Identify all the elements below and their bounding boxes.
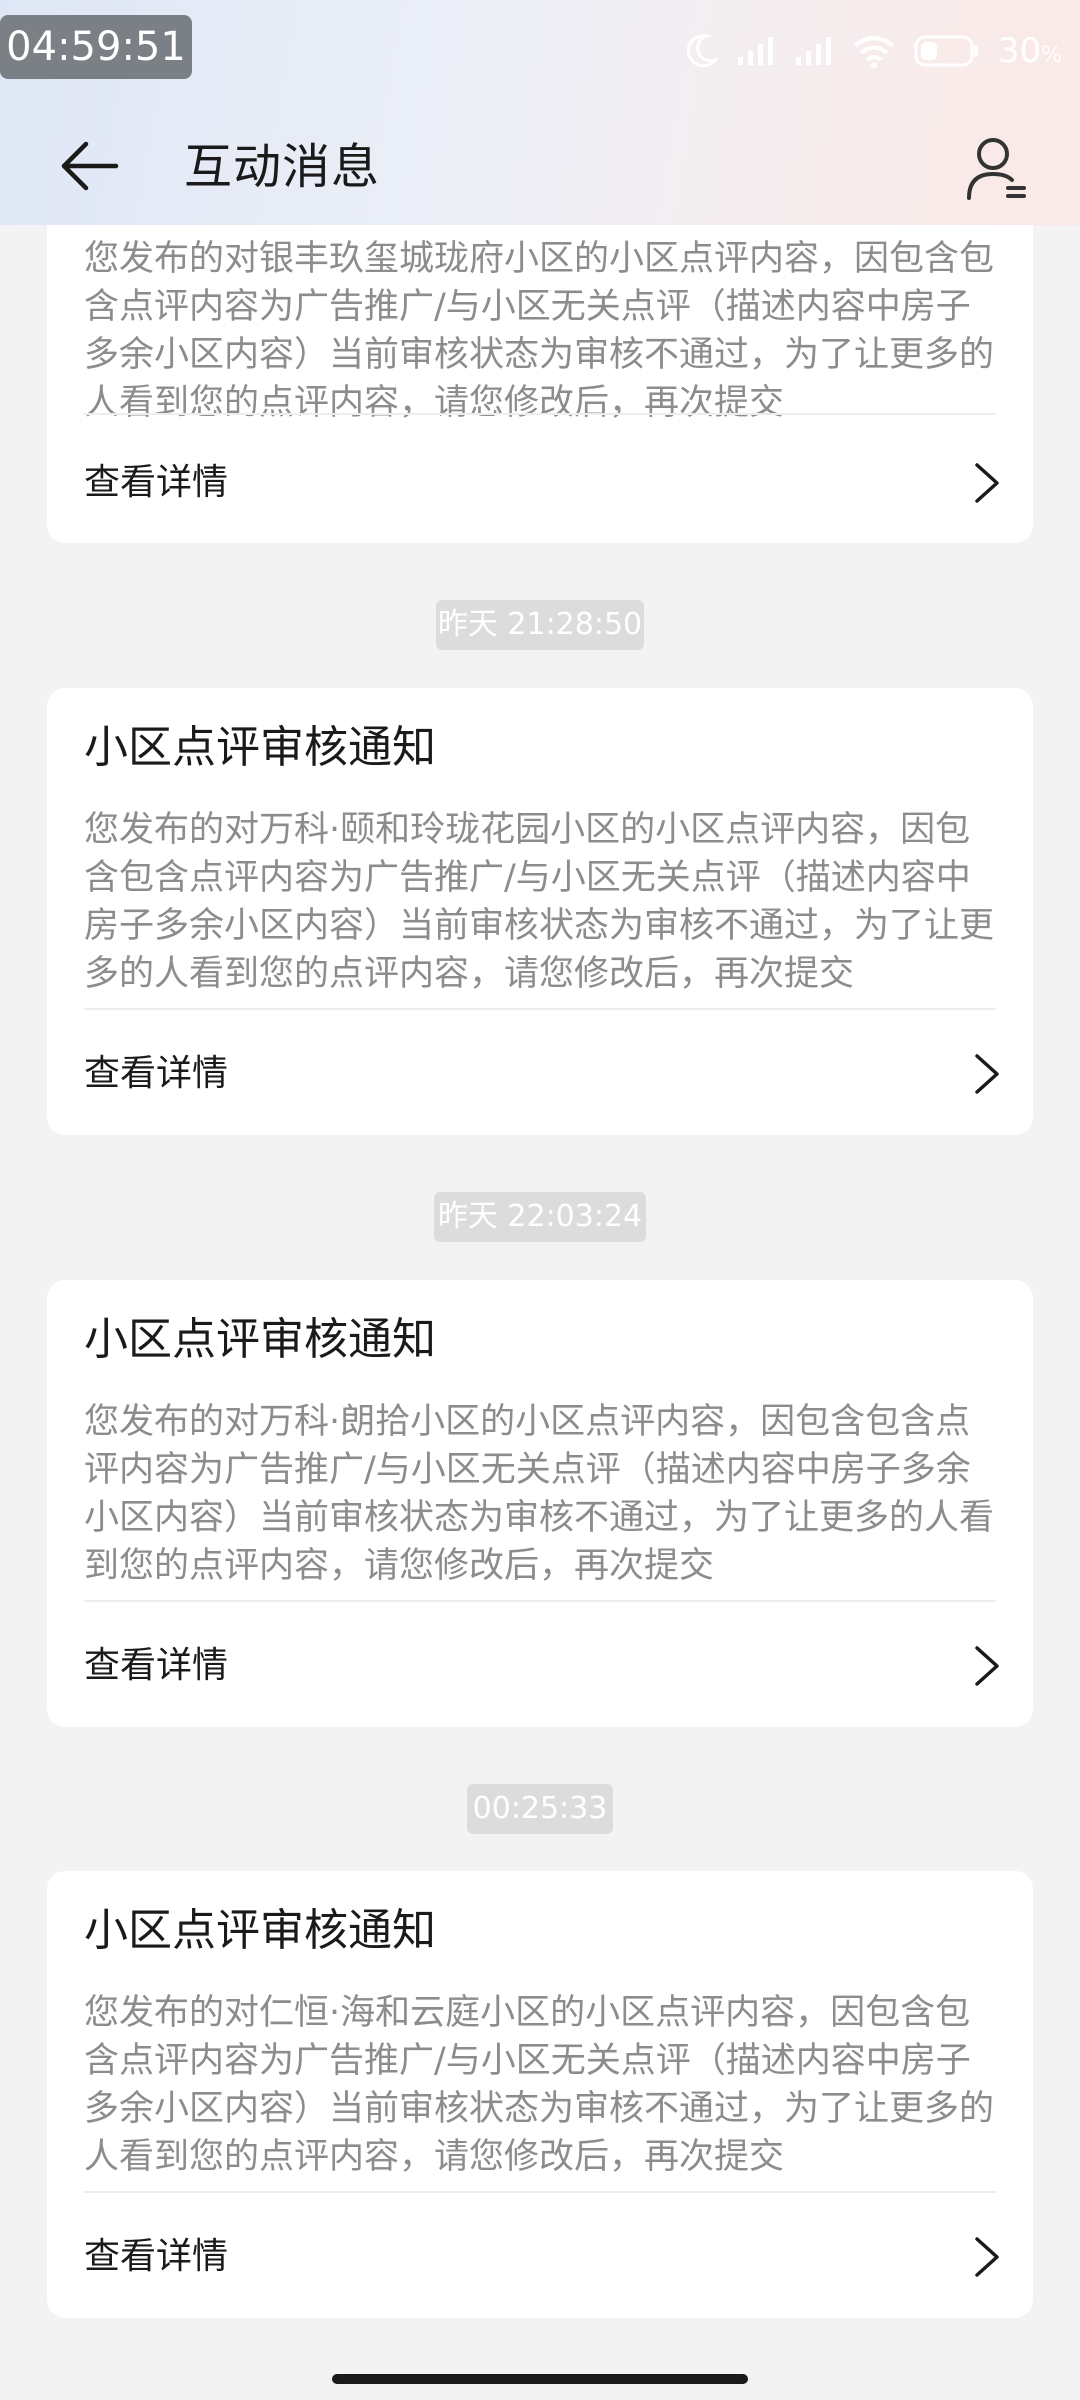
- page-title: 互动消息: [184, 139, 381, 195]
- message-card: 小区点评审核通知 您发布的对万科·颐和玲珑花园小区的小区点评内容，因包含包含点评…: [47, 688, 1033, 1135]
- signal-icon-2: [795, 37, 831, 65]
- divider: [84, 1008, 996, 1010]
- message-card: 小区点评审核通知 您发布的对万科·朗拾小区的小区点评内容，因包含包含点评内容为广…: [47, 1280, 1033, 1727]
- message-card: 小区点评审核通知 您发布的对仁恒·海和云庭小区的小区点评内容，因包含包含点评内容…: [47, 1871, 1033, 2318]
- back-button[interactable]: [58, 138, 122, 194]
- view-details-label: 查看详情: [84, 2236, 229, 2277]
- battery-level: 30%: [997, 31, 1062, 71]
- message-list[interactable]: 您发布的对银丰玖玺城珑府小区的小区点评内容，因包含包含点评内容为广告推广/与小区…: [0, 225, 1080, 2360]
- message-body: 您发布的对万科·颐和玲珑花园小区的小区点评内容，因包含包含点评内容为广告推广/与…: [84, 810, 995, 994]
- message-title: 小区点评审核通知: [84, 1314, 436, 1365]
- status-time: 04:59:51: [0, 15, 192, 79]
- chevron-right-icon: [975, 1054, 999, 1094]
- moon-icon: [686, 34, 718, 68]
- message-time: 昨天 22:03:24: [434, 1192, 646, 1242]
- chevron-right-icon: [975, 1646, 999, 1686]
- message-time: 00:25:33: [467, 1784, 613, 1834]
- view-details-label: 查看详情: [84, 1053, 229, 1094]
- wifi-icon: [853, 36, 895, 68]
- user-profile-icon: [967, 138, 1026, 200]
- chevron-right-icon: [975, 2237, 999, 2277]
- view-details-label: 查看详情: [84, 1645, 229, 1686]
- message-title: 小区点评审核通知: [84, 722, 436, 773]
- status-icons: 30%: [686, 26, 1062, 76]
- home-indicator[interactable]: [332, 2374, 748, 2384]
- view-details-label: 查看详情: [84, 462, 229, 503]
- message-body: 您发布的对万科·朗拾小区的小区点评内容，因包含包含点评内容为广告推广/与小区无关…: [84, 1402, 995, 1586]
- message-card: 您发布的对银丰玖玺城珑府小区的小区点评内容，因包含包含点评内容为广告推广/与小区…: [47, 225, 1033, 543]
- divider: [84, 413, 996, 415]
- chevron-right-icon: [975, 463, 999, 503]
- message-title: 小区点评审核通知: [84, 1905, 436, 1956]
- divider: [84, 1600, 996, 1602]
- signal-icon: [737, 37, 773, 65]
- message-time: 昨天 21:28:50: [436, 600, 644, 650]
- profile-button[interactable]: [966, 136, 1028, 202]
- message-body: 您发布的对银丰玖玺城珑府小区的小区点评内容，因包含包含点评内容为广告推广/与小区…: [84, 239, 995, 423]
- battery-icon: [914, 35, 978, 67]
- back-arrow-icon: [61, 141, 119, 191]
- divider: [84, 2191, 996, 2193]
- message-body: 您发布的对仁恒·海和云庭小区的小区点评内容，因包含包含点评内容为广告推广/与小区…: [84, 1993, 995, 2177]
